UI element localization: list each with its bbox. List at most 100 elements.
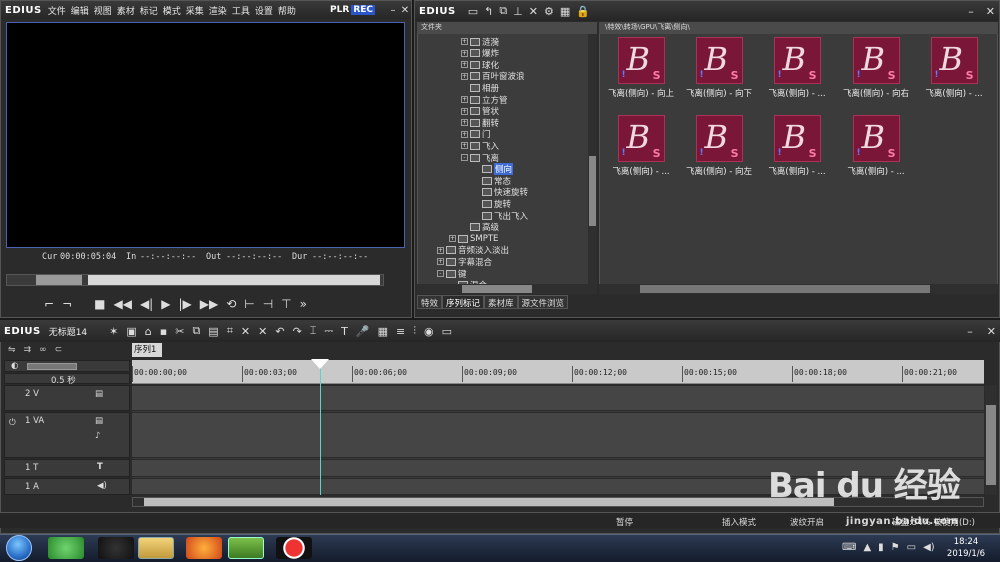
save-icon[interactable]: ▪	[160, 325, 167, 338]
track-2v-lane[interactable]	[132, 385, 984, 411]
audio-mixer-icon[interactable]: ⫶	[413, 324, 416, 338]
scrubber-knob[interactable]	[36, 275, 82, 285]
tree-item[interactable]: + 涟漪	[461, 36, 499, 48]
view-icon[interactable]: ▦	[560, 5, 570, 18]
tree-item[interactable]: + 门	[461, 129, 491, 140]
title-track-icon[interactable]: T	[97, 462, 103, 472]
sequence-tab[interactable]: 序列1	[132, 343, 162, 357]
tree-item[interactable]: -键	[437, 268, 467, 280]
group-mode-icon[interactable]: ⊂	[55, 345, 63, 355]
tree-vscroll-knob[interactable]	[589, 156, 596, 226]
redo-icon[interactable]: ↷	[293, 325, 302, 338]
video-mute-icon[interactable]: ▤	[95, 389, 103, 399]
collapse-icon[interactable]: -	[437, 270, 444, 277]
expand-icon[interactable]: +	[461, 72, 468, 80]
edius-task-icon[interactable]	[228, 537, 264, 559]
render-icon[interactable]: ▦	[378, 325, 388, 338]
tree-hscroll-knob[interactable]	[462, 285, 532, 293]
plr-toggle[interactable]: PLR	[330, 5, 349, 15]
up-folder-icon[interactable]: ↰	[484, 5, 493, 18]
expand-icon[interactable]: +	[437, 258, 444, 266]
play-icon[interactable]: ▶	[161, 297, 170, 311]
playhead-handle[interactable]	[311, 359, 329, 369]
menu-capture[interactable]: 采集	[186, 4, 204, 17]
playhead-line[interactable]	[320, 360, 321, 495]
delete-icon[interactable]: ✕	[529, 5, 538, 18]
expand-icon[interactable]: +	[449, 235, 456, 243]
ripple-delete-icon[interactable]: ✕	[258, 325, 267, 338]
expand-icon[interactable]: +	[461, 130, 468, 138]
tree-item[interactable]: + 字幕混合	[437, 256, 492, 268]
track-1va-header[interactable]: ⏻ 1 VA ▤ ♪	[4, 412, 130, 458]
track-sync-icon[interactable]: ⇉	[24, 345, 32, 355]
tab-sequence-markers[interactable]: 序列标记	[442, 295, 485, 309]
tree-item[interactable]: + 管状	[461, 106, 499, 117]
expand-icon[interactable]: +	[461, 61, 468, 69]
tree-item[interactable]: + 翻转	[461, 117, 499, 129]
copy-icon[interactable]: ⧉	[192, 324, 200, 338]
tray-arrow-icon[interactable]: ▲	[863, 542, 871, 553]
tree-item[interactable]: + 立方管	[461, 94, 508, 106]
clip-thumbnail[interactable]: B! S 飞离(侧向) - ...	[760, 115, 834, 177]
expand-icon[interactable]: +	[461, 119, 468, 127]
tree-item[interactable]: 快速旋转	[473, 187, 528, 198]
close-icon[interactable]: ✕	[399, 5, 411, 16]
power-icon[interactable]: ⏻	[9, 418, 16, 428]
minimize-icon[interactable]: –	[387, 5, 399, 16]
clip-thumbnail[interactable]: B! S 飞离(侧向) - ...	[760, 37, 834, 99]
clip-thumbnail[interactable]: B! S 飞离(侧向) - 向上	[604, 37, 678, 99]
tree-item[interactable]: + 音频淡入淡出	[437, 245, 509, 256]
battery-icon[interactable]: ▭	[907, 542, 916, 553]
zoom-slider[interactable]	[27, 363, 77, 370]
flag-icon[interactable]: ⚑	[891, 542, 900, 553]
tree-item[interactable]: 侧向	[473, 163, 514, 176]
keyboard-icon[interactable]: ⌨	[842, 542, 856, 553]
track-mode-icon[interactable]: ⇋	[8, 345, 16, 355]
network-icon[interactable]: ▮	[878, 542, 884, 553]
menu-marker[interactable]: 标记	[140, 4, 158, 17]
bin-minimize-icon[interactable]: –	[968, 5, 974, 18]
app-360-icon[interactable]	[48, 537, 84, 559]
expand-icon[interactable]: +	[461, 142, 468, 150]
title-icon[interactable]: T	[341, 325, 348, 338]
timeline-hscroll-knob[interactable]	[144, 498, 834, 506]
expand-icon[interactable]: +	[461, 38, 468, 45]
clip-thumbnail[interactable]: B! S 飞离(侧向) - ...	[604, 115, 678, 177]
more-icon[interactable]: »	[300, 297, 307, 311]
clock[interactable]: 18:24 2019/1/6	[936, 536, 996, 560]
menu-settings[interactable]: 设置	[255, 4, 273, 17]
paste-icon[interactable]: ▤	[208, 325, 218, 338]
tree-item[interactable]: + SMPTE	[449, 233, 498, 244]
bin-close-icon[interactable]: ✕	[986, 5, 995, 18]
step-back-icon[interactable]: ◀|	[140, 297, 153, 311]
zoom-slider-row[interactable]: ◐	[4, 360, 130, 372]
folder-icon[interactable]: ▭	[468, 5, 478, 18]
preview-screen[interactable]	[6, 22, 405, 248]
menu-view[interactable]: 视图	[94, 4, 112, 17]
link-icon[interactable]: ⎓	[324, 324, 333, 338]
properties-icon[interactable]: ⚙	[544, 5, 554, 18]
clip-thumbnail[interactable]: B! S 飞离(侧向) - ...	[839, 115, 913, 177]
open-icon[interactable]: ⌂	[145, 325, 152, 338]
expand-icon[interactable]: +	[461, 96, 468, 103]
step-forward-icon[interactable]: |▶	[178, 297, 191, 311]
tab-bin[interactable]: 素材库	[484, 295, 518, 309]
menu-tools[interactable]: 工具	[232, 4, 250, 17]
undo-icon[interactable]: ↶	[275, 325, 284, 338]
clips-hscroll-knob[interactable]	[640, 285, 930, 293]
track-2v-header[interactable]: 2 V ▤	[4, 385, 130, 411]
tl-close-icon[interactable]: ✕	[987, 325, 996, 338]
toggle-icon[interactable]: ◐	[11, 361, 18, 371]
mixer-icon[interactable]: ≡	[396, 325, 405, 338]
volume-icon[interactable]: ◀)	[923, 542, 935, 553]
lock-icon[interactable]: 🔒	[576, 5, 590, 18]
tree-item[interactable]: 飞出飞入	[473, 210, 528, 222]
explorer-icon[interactable]	[138, 537, 174, 559]
tree-item[interactable]: + 球化	[461, 59, 499, 71]
clip-thumbnail[interactable]: B! S 飞离(侧向) - 向左	[682, 115, 756, 177]
tree-item[interactable]: + 飞入	[461, 140, 499, 152]
overwrite-icon[interactable]: ⊣	[263, 297, 273, 311]
menu-file[interactable]: 文件	[48, 4, 66, 17]
add-clip-icon[interactable]: ⧉	[499, 4, 507, 18]
record-icon[interactable]: ◉	[424, 325, 434, 338]
